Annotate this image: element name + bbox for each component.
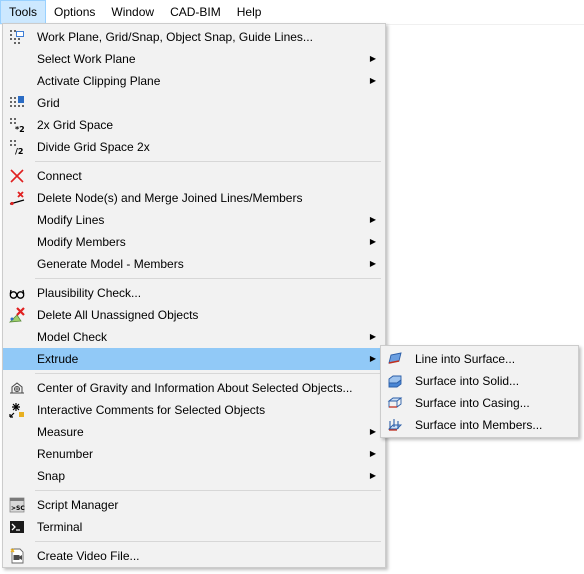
menu-item-measure[interactable]: Measure ▶ [3,421,385,443]
menu-item-label: Script Manager [37,498,119,512]
menu-item-create-video-file[interactable]: Create Video File... [3,545,385,567]
menu-item-interactive-comments[interactable]: Interactive Comments for Selected Object… [3,399,385,421]
menu-item-label: Generate Model - Members [37,257,184,271]
submenu-arrow-icon: ▶ [369,76,376,85]
menu-item-modify-members[interactable]: Modify Members ▶ [3,231,385,253]
video-file-icon [9,548,25,564]
menu-item-label: Model Check [37,330,108,344]
svg-text:/2: /2 [15,147,24,155]
menu-bar: Tools Options Window CAD-BIM Help [0,0,584,25]
glasses-icon [9,285,25,301]
menu-item-label: Line into Surface... [415,352,516,366]
menu-item-label: Plausibility Check... [37,286,142,300]
grid-double-icon: *2 [9,117,25,133]
submenu-arrow-icon: ▶ [369,215,376,224]
tools-menu: Work Plane, Grid/Snap, Object Snap, Guid… [2,23,386,568]
menu-item-label: Grid [37,96,60,110]
menu-item-extrude[interactable]: Extrude ▶ [3,348,385,370]
menu-item-label: Create Video File... [37,549,140,563]
menu-item-connect[interactable]: Connect [3,165,385,187]
terminal-icon [9,519,25,535]
menu-item-center-of-gravity[interactable]: Center of Gravity and Information About … [3,377,385,399]
menu-item-label: Surface into Members... [415,418,543,432]
submenu-arrow-icon: ▶ [369,471,376,480]
menu-item-activate-clipping-plane[interactable]: Activate Clipping Plane ▶ [3,70,385,92]
menu-item-label: Delete Node(s) and Merge Joined Lines/Me… [37,191,303,205]
center-of-gravity-icon [9,380,25,396]
menubar-options[interactable]: Options [46,0,103,24]
menu-item-label: Delete All Unassigned Objects [37,308,199,322]
menu-separator [35,278,381,279]
svg-text:*2: *2 [15,125,25,133]
surface-into-solid-icon [387,373,403,389]
menu-item-label: 2x Grid Space [37,118,114,132]
menu-item-label: Snap [37,469,66,483]
menu-separator [35,541,381,542]
submenu-arrow-icon: ▶ [369,427,376,436]
menubar-help[interactable]: Help [229,0,270,24]
submenu-arrow-icon: ▶ [369,54,376,63]
submenu-item-surface-into-casing[interactable]: Surface into Casing... [381,392,578,414]
menu-item-label: Work Plane, Grid/Snap, Object Snap, Guid… [37,30,313,44]
menu-item-divide-grid-space[interactable]: /2 Divide Grid Space 2x [3,136,385,158]
menu-item-label: Connect [37,169,82,183]
grid-divide-icon: /2 [9,139,25,155]
submenu-arrow-icon: ▶ [369,449,376,458]
menu-item-label: Measure [37,425,84,439]
menubar-cad-bim[interactable]: CAD-BIM [162,0,229,24]
grid-icon [9,95,25,111]
svg-text:>SC: >SC [11,505,25,512]
menu-item-label: Divide Grid Space 2x [37,140,150,154]
submenu-arrow-icon: ▶ [369,354,376,363]
extrude-submenu: Line into Surface... Surface into Solid.… [380,345,579,438]
script-manager-icon: >SC [9,497,25,513]
menu-item-renumber[interactable]: Renumber ▶ [3,443,385,465]
menu-item-delete-nodes-merge[interactable]: Delete Node(s) and Merge Joined Lines/Me… [3,187,385,209]
menu-item-label: Modify Members [37,235,126,249]
menu-item-label: Interactive Comments for Selected Object… [37,403,266,417]
surface-into-members-icon [387,417,403,433]
menu-item-model-check[interactable]: Model Check ▶ [3,326,385,348]
surface-into-casing-icon [387,395,403,411]
menu-item-label: Terminal [37,520,83,534]
menu-item-plausibility-check[interactable]: Plausibility Check... [3,282,385,304]
menu-item-2x-grid-space[interactable]: *2 2x Grid Space [3,114,385,136]
delete-node-icon [9,190,25,206]
menu-item-label: Center of Gravity and Information About … [37,381,353,395]
comments-icon [9,402,25,418]
menu-item-label: Surface into Solid... [415,374,520,388]
menu-item-select-work-plane[interactable]: Select Work Plane ▶ [3,48,385,70]
submenu-arrow-icon: ▶ [369,237,376,246]
menu-item-grid[interactable]: Grid [3,92,385,114]
menu-item-snap[interactable]: Snap ▶ [3,465,385,487]
menu-separator [35,161,381,162]
delete-unassigned-icon [9,307,25,323]
line-into-surface-icon [387,351,403,367]
menu-separator [35,490,381,491]
menu-item-label: Extrude [37,352,79,366]
work-plane-icon [9,29,25,45]
submenu-arrow-icon: ▶ [369,332,376,341]
menu-item-modify-lines[interactable]: Modify Lines ▶ [3,209,385,231]
menu-item-label: Select Work Plane [37,52,136,66]
menu-item-script-manager[interactable]: >SC Script Manager [3,494,385,516]
menu-separator [35,373,381,374]
menu-item-generate-model-members[interactable]: Generate Model - Members ▶ [3,253,385,275]
submenu-item-surface-into-solid[interactable]: Surface into Solid... [381,370,578,392]
menu-item-delete-unassigned[interactable]: Delete All Unassigned Objects [3,304,385,326]
menubar-tools[interactable]: Tools [0,0,47,24]
connect-icon [9,168,25,184]
menu-item-terminal[interactable]: Terminal [3,516,385,538]
submenu-item-line-into-surface[interactable]: Line into Surface... [381,348,578,370]
submenu-item-surface-into-members[interactable]: Surface into Members... [381,414,578,436]
menu-item-label: Modify Lines [37,213,105,227]
menu-item-label: Renumber [37,447,94,461]
submenu-arrow-icon: ▶ [369,259,376,268]
menu-item-work-plane[interactable]: Work Plane, Grid/Snap, Object Snap, Guid… [3,26,385,48]
menu-item-label: Activate Clipping Plane [37,74,161,88]
menu-item-label: Surface into Casing... [415,396,530,410]
menubar-window[interactable]: Window [103,0,162,24]
